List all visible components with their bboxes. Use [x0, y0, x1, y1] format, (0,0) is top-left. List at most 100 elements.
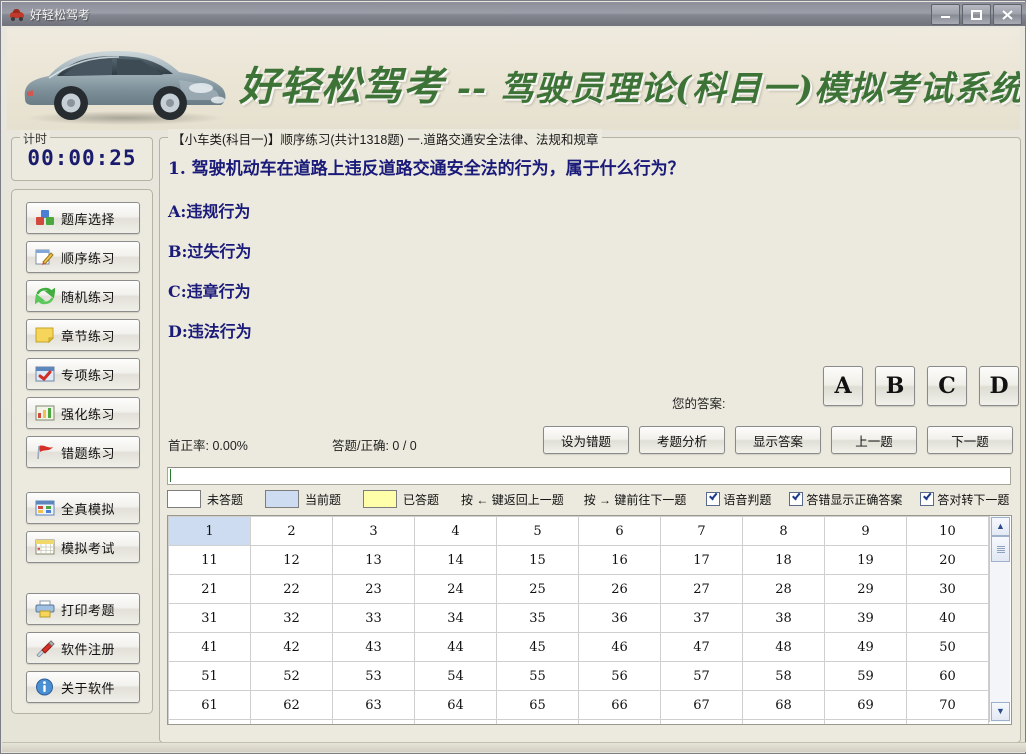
scroll-down-button[interactable]: ▼: [991, 702, 1010, 721]
grid-cell-58[interactable]: 58: [743, 662, 825, 691]
grid-cell-53[interactable]: 53: [333, 662, 415, 691]
grid-cell-48[interactable]: 48: [743, 633, 825, 662]
grid-cell-30[interactable]: 30: [907, 575, 989, 604]
grid-cell-32[interactable]: 32: [251, 604, 333, 633]
answer-button-c[interactable]: C: [927, 366, 967, 406]
checkbox-auto-next-on-correct[interactable]: 答对转下一题: [920, 491, 1009, 508]
sidebar-item-模拟考试[interactable]: 模拟考试: [26, 531, 140, 563]
grid-cell-3[interactable]: 3: [333, 517, 415, 546]
grid-cell-59[interactable]: 59: [825, 662, 907, 691]
grid-cell-37[interactable]: 37: [661, 604, 743, 633]
grid-cell-12[interactable]: 12: [251, 546, 333, 575]
sidebar-item-关于软件[interactable]: 关于软件: [26, 671, 140, 703]
grid-cell-28[interactable]: 28: [743, 575, 825, 604]
grid-cell-50[interactable]: 50: [907, 633, 989, 662]
grid-cell-42[interactable]: 42: [251, 633, 333, 662]
grid-cell-63[interactable]: 63: [333, 691, 415, 720]
maximize-button[interactable]: [962, 4, 991, 25]
sidebar-item-专项练习[interactable]: 专项练习: [26, 358, 140, 390]
grid-cell-29[interactable]: 29: [825, 575, 907, 604]
mark-wrong-button[interactable]: 设为错题: [543, 426, 629, 454]
grid-cell-74[interactable]: 74: [415, 720, 497, 726]
sidebar-item-打印考题[interactable]: 打印考题: [26, 593, 140, 625]
sidebar-item-强化练习[interactable]: 强化练习: [26, 397, 140, 429]
grid-cell-61[interactable]: 61: [169, 691, 251, 720]
sidebar-item-顺序练习[interactable]: 顺序练习: [26, 241, 140, 273]
grid-cell-22[interactable]: 22: [251, 575, 333, 604]
grid-cell-36[interactable]: 36: [579, 604, 661, 633]
grid-cell-55[interactable]: 55: [497, 662, 579, 691]
grid-cell-25[interactable]: 25: [497, 575, 579, 604]
grid-cell-65[interactable]: 65: [497, 691, 579, 720]
grid-cell-71[interactable]: 71: [169, 720, 251, 726]
grid-cell-5[interactable]: 5: [497, 517, 579, 546]
grid-cell-79[interactable]: 79: [825, 720, 907, 726]
grid-cell-27[interactable]: 27: [661, 575, 743, 604]
grid-cell-21[interactable]: 21: [169, 575, 251, 604]
sidebar-item-随机练习[interactable]: 随机练习: [26, 280, 140, 312]
sidebar-item-题库选择[interactable]: 题库选择: [26, 202, 140, 234]
grid-cell-54[interactable]: 54: [415, 662, 497, 691]
grid-cell-72[interactable]: 72: [251, 720, 333, 726]
question-analysis-button[interactable]: 考题分析: [639, 426, 725, 454]
grid-cell-8[interactable]: 8: [743, 517, 825, 546]
grid-cell-31[interactable]: 31: [169, 604, 251, 633]
grid-cell-43[interactable]: 43: [333, 633, 415, 662]
grid-cell-17[interactable]: 17: [661, 546, 743, 575]
checkbox-voice-judge[interactable]: 语音判题: [706, 491, 771, 508]
grid-cell-4[interactable]: 4: [415, 517, 497, 546]
grid-cell-19[interactable]: 19: [825, 546, 907, 575]
grid-cell-11[interactable]: 11: [169, 546, 251, 575]
grid-cell-62[interactable]: 62: [251, 691, 333, 720]
close-button[interactable]: [993, 4, 1022, 25]
answer-button-b[interactable]: B: [875, 366, 915, 406]
next-question-button[interactable]: 下一题: [927, 426, 1013, 454]
grid-cell-23[interactable]: 23: [333, 575, 415, 604]
grid-cell-78[interactable]: 78: [743, 720, 825, 726]
grid-cell-16[interactable]: 16: [579, 546, 661, 575]
previous-question-button[interactable]: 上一题: [831, 426, 917, 454]
sidebar-item-软件注册[interactable]: 软件注册: [26, 632, 140, 664]
grid-cell-41[interactable]: 41: [169, 633, 251, 662]
grid-cell-68[interactable]: 68: [743, 691, 825, 720]
grid-cell-15[interactable]: 15: [497, 546, 579, 575]
grid-cell-9[interactable]: 9: [825, 517, 907, 546]
grid-cell-73[interactable]: 73: [333, 720, 415, 726]
grid-cell-64[interactable]: 64: [415, 691, 497, 720]
grid-cell-20[interactable]: 20: [907, 546, 989, 575]
grid-cell-45[interactable]: 45: [497, 633, 579, 662]
minimize-button[interactable]: [931, 4, 960, 25]
grid-cell-18[interactable]: 18: [743, 546, 825, 575]
grid-cell-52[interactable]: 52: [251, 662, 333, 691]
grid-cell-47[interactable]: 47: [661, 633, 743, 662]
grid-cell-14[interactable]: 14: [415, 546, 497, 575]
grid-cell-49[interactable]: 49: [825, 633, 907, 662]
scroll-up-button[interactable]: ▲: [991, 517, 1010, 536]
grid-cell-67[interactable]: 67: [661, 691, 743, 720]
grid-cell-57[interactable]: 57: [661, 662, 743, 691]
sidebar-item-章节练习[interactable]: 章节练习: [26, 319, 140, 351]
grid-cell-66[interactable]: 66: [579, 691, 661, 720]
sidebar-item-全真模拟[interactable]: 全真模拟: [26, 492, 140, 524]
answer-button-d[interactable]: D: [979, 366, 1019, 406]
grid-cell-26[interactable]: 26: [579, 575, 661, 604]
grid-cell-69[interactable]: 69: [825, 691, 907, 720]
grid-cell-34[interactable]: 34: [415, 604, 497, 633]
grid-cell-80[interactable]: 80: [907, 720, 989, 726]
checkbox-show-correct-on-wrong[interactable]: 答错显示正确答案: [789, 491, 902, 508]
grid-cell-10[interactable]: 10: [907, 517, 989, 546]
grid-cell-46[interactable]: 46: [579, 633, 661, 662]
grid-cell-60[interactable]: 60: [907, 662, 989, 691]
grid-cell-7[interactable]: 7: [661, 517, 743, 546]
show-answer-button[interactable]: 显示答案: [735, 426, 821, 454]
grid-cell-51[interactable]: 51: [169, 662, 251, 691]
grid-cell-75[interactable]: 75: [497, 720, 579, 726]
question-number-grid[interactable]: 1234567891011121314151617181920212223242…: [167, 515, 1012, 725]
grid-cell-35[interactable]: 35: [497, 604, 579, 633]
grid-cell-70[interactable]: 70: [907, 691, 989, 720]
grid-cell-44[interactable]: 44: [415, 633, 497, 662]
grid-cell-1[interactable]: 1: [169, 517, 251, 546]
grid-cell-39[interactable]: 39: [825, 604, 907, 633]
grid-cell-24[interactable]: 24: [415, 575, 497, 604]
grid-cell-56[interactable]: 56: [579, 662, 661, 691]
